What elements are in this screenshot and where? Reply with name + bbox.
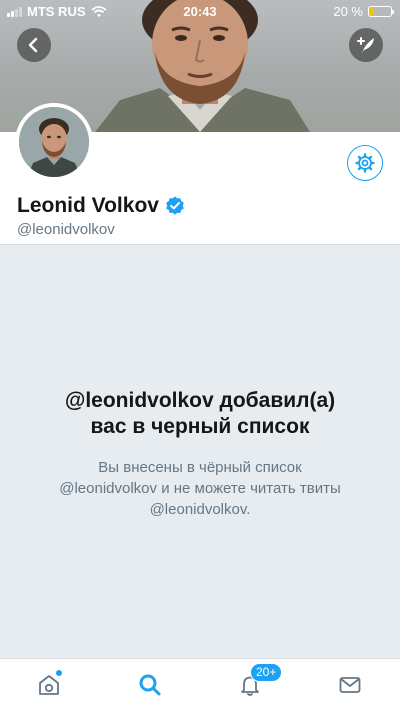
profile-handle: @leonidvolkov xyxy=(17,221,115,238)
status-bar: MTS RUS 20:43 20 % xyxy=(0,0,400,22)
avatar-photo xyxy=(19,107,89,177)
name-row: Leonid Volkov xyxy=(17,194,185,218)
profile-card-divider xyxy=(0,244,400,245)
back-button[interactable] xyxy=(17,28,51,62)
mail-icon xyxy=(339,677,361,693)
home-notification-dot xyxy=(56,670,62,676)
tab-bar: 20+ xyxy=(0,658,400,711)
blocked-title-line: вас в черный список xyxy=(90,415,310,438)
tab-messages[interactable] xyxy=(334,669,366,701)
battery-percent: 20 % xyxy=(333,4,363,19)
chevron-left-icon xyxy=(28,37,38,53)
compose-tweet-button[interactable] xyxy=(349,28,383,62)
blocked-description-line: Вы внесены в чёрный список xyxy=(98,459,302,476)
battery-level-fill xyxy=(370,8,374,15)
home-icon xyxy=(39,675,59,695)
tab-notifications[interactable]: 20+ xyxy=(234,663,283,701)
blocked-title-line: @leonidvolkov добавил(а) xyxy=(64,389,336,412)
tab-home[interactable] xyxy=(33,669,65,701)
blocked-description: Вы внесены в чёрный список @leonidvolkov… xyxy=(30,457,370,520)
display-name: Leonid Volkov xyxy=(17,194,159,217)
notification-count-badge: 20+ xyxy=(250,663,283,682)
status-right: 20 % xyxy=(333,4,394,19)
tab-search[interactable] xyxy=(134,669,166,701)
blocked-title: @leonidvolkov добавил(а) вас в черный сп… xyxy=(20,388,380,440)
feather-plus-icon xyxy=(357,37,374,53)
settings-button[interactable] xyxy=(347,145,383,181)
blocked-description-line: @leonidvolkov и не можете читать твиты xyxy=(59,480,341,497)
blocked-description-line: @leonidvolkov. xyxy=(149,501,251,518)
gear-icon xyxy=(355,153,375,173)
search-icon xyxy=(139,674,161,696)
battery-icon xyxy=(368,6,394,17)
avatar[interactable] xyxy=(15,103,93,181)
verified-badge-icon xyxy=(166,196,184,215)
